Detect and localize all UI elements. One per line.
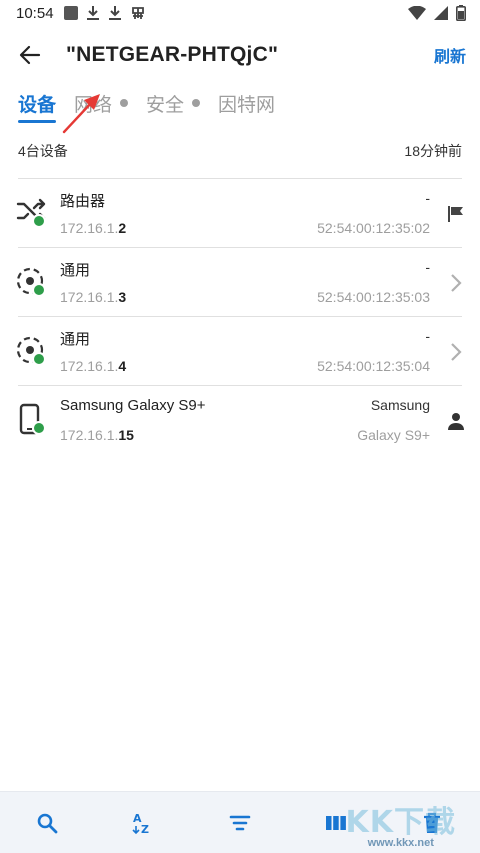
ip-suffix: 15: [118, 427, 134, 443]
device-model: Galaxy S9+: [357, 427, 430, 443]
tab-internet[interactable]: 因特网: [218, 82, 275, 124]
tab-devices[interactable]: 设备: [18, 82, 57, 124]
download-icon: [108, 6, 121, 20]
device-summary: 4台设备 18分钟前: [0, 136, 480, 166]
online-status-dot: [32, 352, 46, 366]
divider: [18, 385, 462, 386]
device-count: 4台设备: [18, 143, 68, 159]
divider: [18, 247, 462, 248]
online-status-dot: [32, 421, 46, 435]
tab-label: 安全: [146, 94, 185, 116]
device-ip: 172.16.1.4: [60, 358, 126, 374]
ip-prefix: 172.16.1.: [60, 358, 119, 374]
status-time: 10:54: [16, 4, 54, 22]
watermark-logo: KK下载: [345, 805, 456, 840]
svg-text:Z: Z: [141, 823, 149, 835]
tab-active-indicator: [18, 120, 57, 123]
device-mac: 52:54:00:12:35:04: [317, 358, 430, 374]
device-name: Samsung Galaxy S9+: [60, 397, 206, 414]
app-bar: "NETGEAR-PHTQjC" 刷新: [0, 30, 480, 80]
sort-az-icon[interactable]: AZ: [132, 811, 156, 835]
person-icon[interactable]: [444, 409, 468, 433]
online-status-dot: [32, 214, 46, 228]
arrow-back-icon: [19, 45, 41, 65]
wifi-icon: [408, 6, 426, 20]
divider: [18, 178, 462, 179]
ip-suffix: 2: [118, 220, 127, 236]
watermark: KK下载 www.kkx.net: [346, 797, 457, 849]
device-vendor: -: [425, 328, 430, 344]
device-name: 通用: [60, 262, 91, 279]
status-right-icons: [408, 5, 466, 21]
device-mac: 52:54:00:12:35:02: [317, 220, 430, 236]
tab-label: 因特网: [218, 94, 276, 116]
device-row-phone[interactable]: Samsung Galaxy S9+ 172.16.1.15 Samsung G…: [0, 387, 480, 455]
search-icon[interactable]: [35, 811, 59, 835]
device-ip: 172.16.1.2: [60, 220, 126, 236]
ip-suffix: 4: [118, 358, 127, 374]
back-button[interactable]: [2, 30, 58, 80]
battery-icon: [456, 5, 466, 21]
signal-icon: [434, 6, 448, 20]
device-vendor: Samsung: [370, 397, 430, 413]
device-ip: 172.16.1.15: [60, 427, 134, 443]
device-name: 通用: [60, 331, 91, 348]
status-left-icons: [63, 5, 146, 21]
download-icon: [86, 6, 99, 20]
device-ip: 172.16.1.3: [60, 289, 126, 305]
ip-prefix: 172.16.1.: [60, 289, 119, 305]
tab-label: 设备: [18, 94, 57, 116]
device-row-generic[interactable]: 通用 172.16.1.4 - 52:54:00:12:35:04: [0, 318, 480, 386]
ip-suffix: 3: [118, 289, 127, 305]
online-status-dot: [32, 283, 46, 297]
last-updated: 18分钟前: [404, 143, 462, 159]
refresh-button[interactable]: 刷新: [434, 43, 466, 67]
divider: [18, 316, 462, 317]
bug-icon: [131, 7, 144, 19]
columns-icon[interactable]: [324, 811, 348, 835]
device-name: 路由器: [60, 193, 106, 210]
ip-prefix: 172.16.1.: [60, 220, 119, 236]
stop-square-icon: [63, 6, 78, 20]
status-bar: 10:54: [0, 0, 480, 26]
annotation-arrow-icon: [62, 94, 100, 134]
filter-icon[interactable]: [228, 811, 252, 835]
chevron-right-icon[interactable]: [444, 271, 468, 295]
ip-prefix: 172.16.1.: [60, 427, 119, 443]
tab-dot-indicator: [192, 99, 201, 107]
device-row-generic[interactable]: 通用 172.16.1.3 - 52:54:00:12:35:03: [0, 249, 480, 317]
tab-security[interactable]: 安全: [146, 82, 201, 124]
device-row-router[interactable]: 路由器 172.16.1.2 - 52:54:00:12:35:02: [0, 180, 480, 248]
flag-icon[interactable]: [444, 202, 468, 226]
tab-dot-indicator: [120, 99, 129, 107]
device-vendor: -: [425, 190, 430, 206]
bottom-toolbar: AZ KK下载 www.kkx.net: [0, 791, 480, 853]
device-vendor: -: [425, 259, 430, 275]
chevron-right-icon[interactable]: [444, 340, 468, 364]
network-title: "NETGEAR-PHTQjC": [66, 43, 279, 66]
device-mac: 52:54:00:12:35:03: [317, 289, 430, 305]
